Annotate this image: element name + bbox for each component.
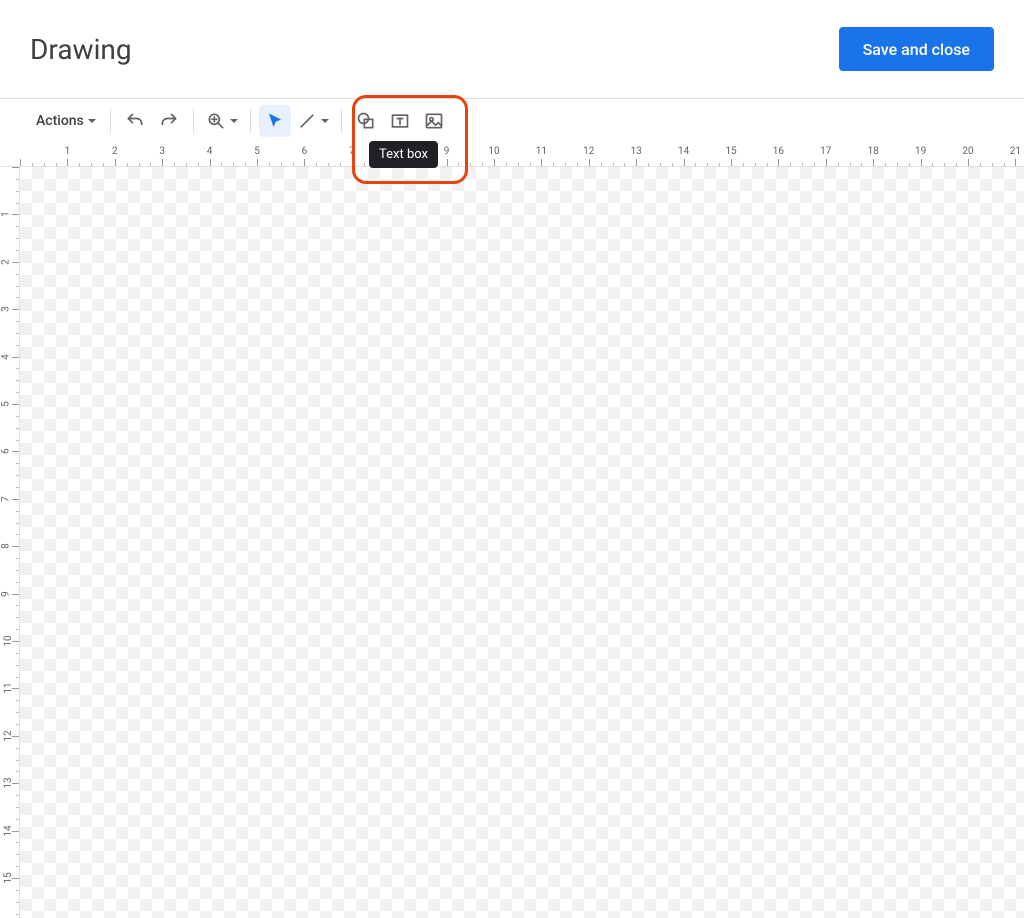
image-icon — [424, 111, 444, 131]
ruler-h-label: 14 — [678, 146, 689, 157]
toolbar-separator — [110, 109, 111, 133]
workspace: 123456789101112131415161718192021 123456… — [0, 143, 1024, 918]
tooltip: Text box — [369, 141, 438, 168]
ruler-v-label: 4 — [0, 354, 11, 360]
ruler-horizontal[interactable]: 123456789101112131415161718192021 — [20, 143, 1024, 167]
undo-icon — [125, 111, 145, 131]
dialog-header: Drawing Save and close — [0, 0, 1024, 99]
image-tool-button[interactable] — [418, 105, 450, 137]
zoom-icon — [206, 111, 226, 131]
ruler-h-label: 16 — [773, 146, 784, 157]
ruler-h-label: 12 — [583, 146, 594, 157]
ruler-v-label: 9 — [0, 591, 11, 597]
ruler-h-label: 17 — [820, 146, 831, 157]
text-box-tool-button[interactable] — [384, 105, 416, 137]
ruler-h-label: 1 — [65, 146, 71, 157]
ruler-v-label: 1 — [0, 212, 11, 218]
shape-tool-button[interactable] — [350, 105, 382, 137]
ruler-h-label: 7 — [349, 146, 355, 157]
ruler-h-label: 21 — [1010, 146, 1021, 157]
redo-button[interactable] — [153, 105, 185, 137]
ruler-h-label: 3 — [159, 146, 165, 157]
select-tool-button[interactable] — [259, 105, 291, 137]
tooltip-text: Text box — [379, 147, 428, 162]
ruler-v-label: 5 — [0, 401, 11, 407]
ruler-h-label: 11 — [536, 146, 547, 157]
undo-button[interactable] — [119, 105, 151, 137]
actions-menu-button[interactable]: Actions — [30, 105, 102, 137]
line-tool-button[interactable] — [293, 105, 333, 137]
save-and-close-button[interactable]: Save and close — [839, 27, 994, 71]
toolbar-separator — [193, 109, 194, 133]
ruler-v-label: 6 — [0, 449, 11, 455]
ruler-h-label: 2 — [112, 146, 118, 157]
ruler-h-label: 13 — [631, 146, 642, 157]
caret-down-icon — [230, 119, 238, 123]
ruler-v-label: 2 — [0, 259, 11, 265]
redo-icon — [159, 111, 179, 131]
ruler-h-label: 15 — [725, 146, 736, 157]
ruler-vertical[interactable]: 123456789101112131415 — [0, 167, 20, 918]
ruler-h-label: 19 — [915, 146, 926, 157]
ruler-h-label: 18 — [868, 146, 879, 157]
cursor-icon — [266, 112, 284, 130]
toolbar-separator — [250, 109, 251, 133]
ruler-h-label: 20 — [962, 146, 973, 157]
caret-down-icon — [321, 119, 329, 123]
text-box-icon — [390, 111, 410, 131]
ruler-v-label: 7 — [0, 496, 11, 502]
drawing-canvas[interactable] — [20, 167, 1024, 918]
shape-icon — [356, 111, 376, 131]
actions-menu-label: Actions — [36, 113, 84, 129]
dialog-title: Drawing — [30, 33, 132, 66]
ruler-h-label: 4 — [207, 146, 213, 157]
ruler-v-label: 8 — [0, 543, 11, 549]
ruler-h-label: 9 — [444, 146, 450, 157]
ruler-corner — [0, 143, 20, 167]
line-icon — [297, 111, 317, 131]
caret-down-icon — [88, 119, 96, 123]
zoom-button[interactable] — [202, 105, 242, 137]
ruler-h-label: 10 — [488, 146, 499, 157]
toolbar-separator — [341, 109, 342, 133]
ruler-h-label: 6 — [302, 146, 308, 157]
ruler-v-label: 3 — [0, 306, 11, 312]
toolbar: Actions Text box — [0, 99, 1024, 143]
ruler-h-label: 5 — [254, 146, 260, 157]
